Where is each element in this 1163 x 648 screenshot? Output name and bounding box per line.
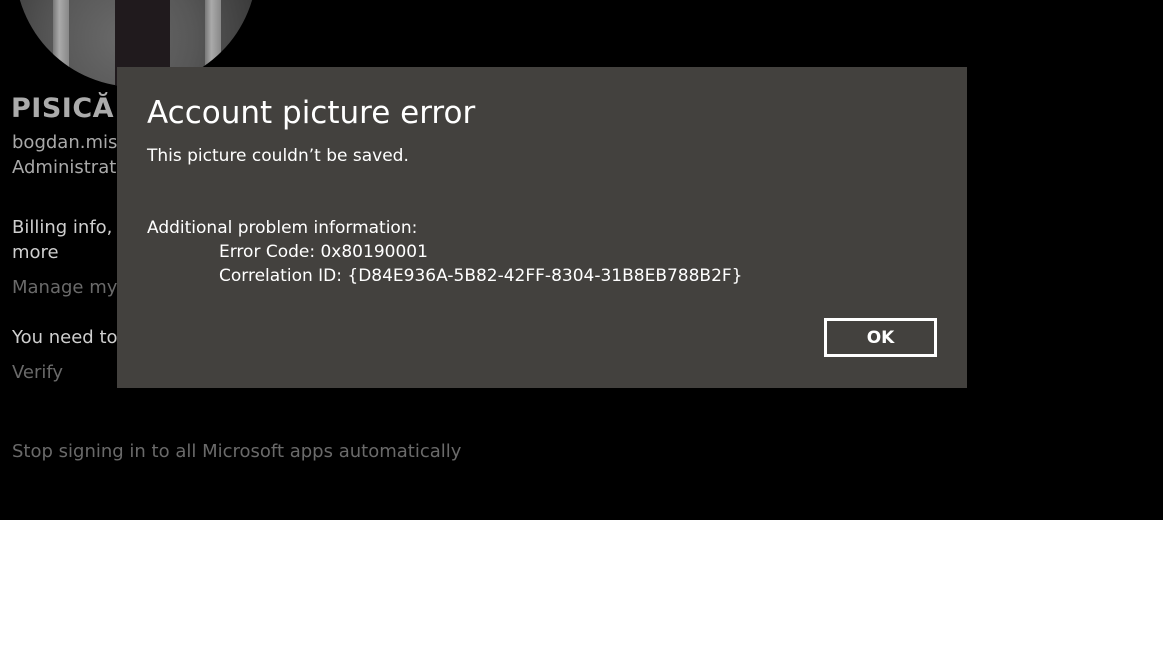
billing-info-text-more: more [12, 242, 59, 263]
dialog-title: Account picture error [147, 95, 476, 131]
user-display-name: PISICĂ [11, 93, 115, 124]
user-email: bogdan.misu [12, 132, 129, 153]
verify-notice-text: You need to v [12, 327, 134, 348]
verify-link[interactable]: Verify [12, 362, 63, 383]
stop-signing-in-link[interactable]: Stop signing in to all Microsoft apps au… [12, 441, 461, 462]
error-code-text: Error Code: 0x80190001 [219, 242, 428, 262]
problem-info-heading: Additional problem information: [147, 218, 418, 238]
user-role: Administrato [12, 157, 128, 178]
correlation-id-text: Correlation ID: {D84E936A-5B82-42FF-8304… [219, 266, 743, 286]
account-picture-error-dialog: Account picture error This picture could… [117, 67, 967, 388]
dialog-message: This picture couldn’t be saved. [147, 146, 409, 166]
ok-button[interactable]: OK [824, 318, 937, 357]
manage-account-link[interactable]: Manage my [12, 277, 117, 298]
avatar-photo-pillar [53, 0, 69, 87]
